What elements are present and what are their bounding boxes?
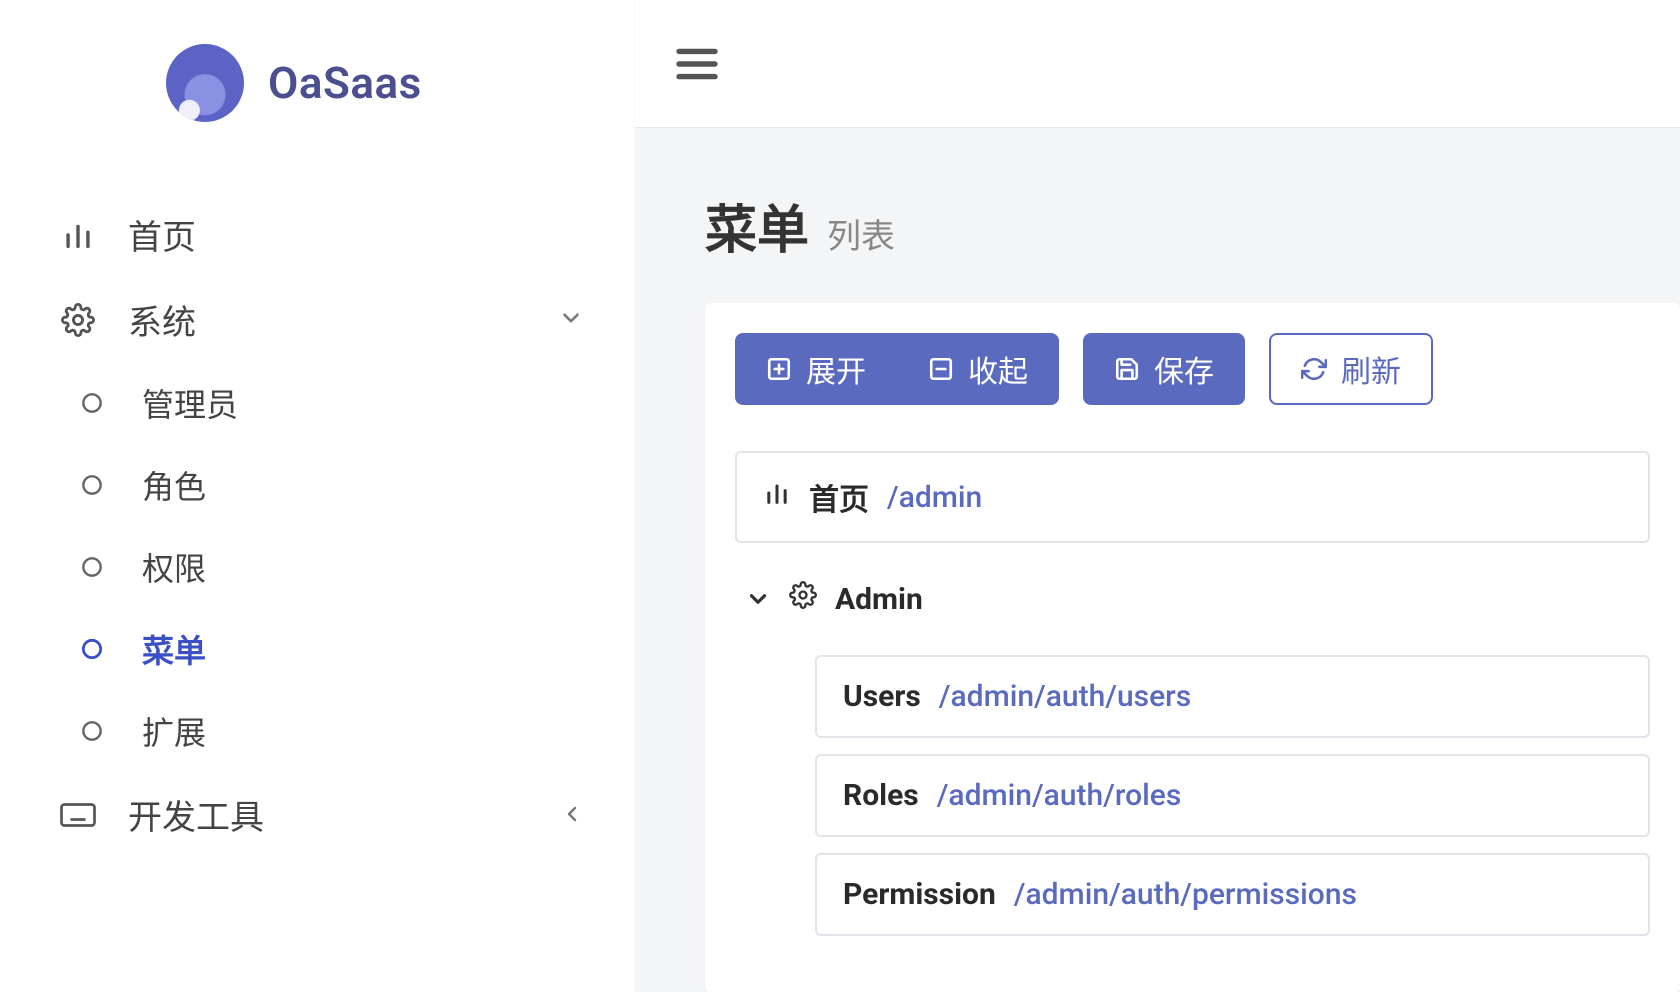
sidebar-nav: 首页 系统 管理员 [0, 162, 634, 857]
tree-children: Users /admin/auth/users Roles /admin/aut… [815, 655, 1650, 936]
bar-chart-icon [58, 218, 98, 252]
collapse-button[interactable]: 收起 [897, 333, 1059, 405]
sidebar-item-devtools[interactable]: 开发工具 [0, 772, 634, 857]
content: 菜单 列表 展开 收起 [635, 128, 1680, 992]
sidebar-item-roles[interactable]: 角色 [0, 444, 634, 526]
main: 菜单 列表 展开 收起 [635, 0, 1680, 992]
page-title: 菜单 [705, 188, 809, 263]
tree-child-row[interactable]: Permission /admin/auth/permissions [815, 853, 1650, 936]
brand-logo-icon [166, 44, 244, 122]
chevron-down-icon [558, 300, 584, 340]
circle-icon [72, 636, 112, 662]
circle-icon [72, 390, 112, 416]
brand-title: OaSaas [268, 57, 422, 109]
circle-icon [72, 472, 112, 498]
circle-icon [72, 554, 112, 580]
sidebar-item-label: 角色 [142, 462, 584, 508]
hamburger-icon[interactable] [675, 46, 719, 82]
brand: OaSaas [0, 0, 634, 162]
sidebar-item-label: 首页 [128, 210, 584, 259]
button-label: 展开 [806, 347, 866, 391]
tree-node-path: /admin/auth/users [939, 679, 1191, 714]
gear-icon [58, 303, 98, 337]
tree-root-row[interactable]: 首页 /admin [735, 451, 1650, 543]
sidebar-item-label: 管理员 [142, 380, 584, 426]
keyboard-icon [58, 801, 98, 829]
sidebar-item-label: 扩展 [142, 708, 584, 754]
circle-icon [72, 718, 112, 744]
sidebar-item-home[interactable]: 首页 [0, 192, 634, 277]
button-label: 收起 [968, 347, 1028, 391]
tree-node-path: /admin/auth/roles [937, 778, 1182, 813]
sidebar-item-label: 菜单 [142, 626, 584, 672]
tree-node-name: Permission [843, 877, 996, 912]
tree-node-name: 首页 [809, 475, 869, 519]
tree-admin-group[interactable]: Admin [735, 559, 1650, 639]
gear-icon [789, 581, 817, 617]
chevron-down-icon[interactable] [745, 586, 771, 612]
tree-child-row[interactable]: Users /admin/auth/users [815, 655, 1650, 738]
tree-node-path: /admin [887, 480, 982, 515]
tree-node-name: Users [843, 679, 921, 714]
refresh-icon [1301, 356, 1327, 382]
sidebar-item-label: 开发工具 [128, 790, 530, 839]
bar-chart-icon [763, 479, 791, 515]
button-label: 保存 [1154, 347, 1214, 391]
sidebar-item-label: 权限 [142, 544, 584, 590]
sidebar-item-admins[interactable]: 管理员 [0, 362, 634, 444]
button-label: 刷新 [1341, 347, 1401, 391]
panel: 展开 收起 保存 [705, 303, 1680, 992]
tree-node-name: Admin [835, 582, 923, 617]
sidebar-item-extensions[interactable]: 扩展 [0, 690, 634, 772]
save-button[interactable]: 保存 [1083, 333, 1245, 405]
tree-child-row[interactable]: Roles /admin/auth/roles [815, 754, 1650, 837]
expand-button[interactable]: 展开 [735, 333, 897, 405]
sidebar: OaSaas 首页 系统 [0, 0, 635, 992]
page-heading: 菜单 列表 [705, 188, 1680, 263]
tree-node-path: /admin/auth/permissions [1014, 877, 1357, 912]
toolbar: 展开 收起 保存 [735, 333, 1650, 405]
refresh-button[interactable]: 刷新 [1269, 333, 1433, 405]
chevron-left-icon [560, 795, 584, 835]
tree-node-name: Roles [843, 778, 919, 813]
sidebar-item-label: 系统 [128, 295, 528, 344]
topbar [635, 0, 1680, 128]
sidebar-item-system[interactable]: 系统 [0, 277, 634, 362]
page-subtitle: 列表 [827, 209, 895, 258]
plus-square-icon [766, 356, 792, 382]
save-icon [1114, 356, 1140, 382]
minus-square-icon [928, 356, 954, 382]
sidebar-item-permissions[interactable]: 权限 [0, 526, 634, 608]
sidebar-item-menu[interactable]: 菜单 [0, 608, 634, 690]
